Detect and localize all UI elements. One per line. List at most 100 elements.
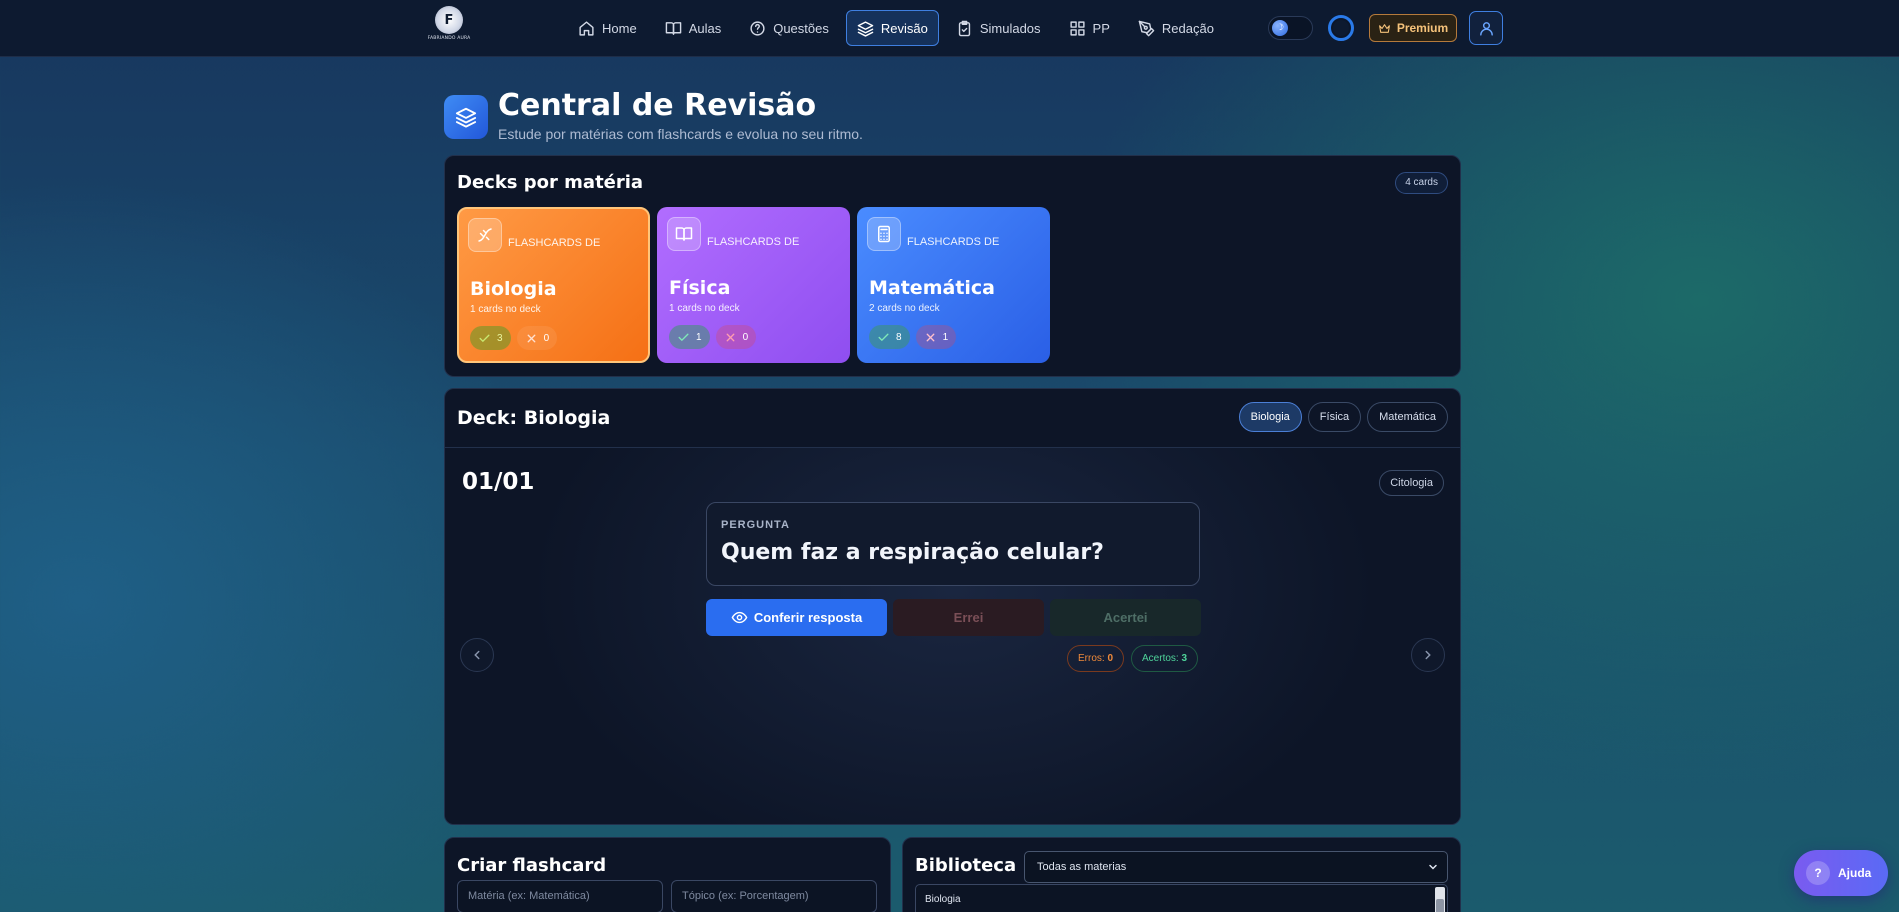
nav-label: Home [602, 20, 637, 36]
help-button[interactable]: ? Ajuda [1794, 850, 1888, 896]
materia-input[interactable]: Matéria (ex: Matemática) [457, 880, 663, 912]
nav-item-revisao[interactable]: Revisão [845, 10, 939, 46]
card-progress: 01/01 [462, 469, 535, 495]
nav-label: Simulados [979, 20, 1041, 36]
study-header: Deck: Biologia Biologia Física Matemátic… [445, 389, 1460, 448]
progress-ring-icon[interactable] [1328, 15, 1354, 41]
nav-item-redacao[interactable]: Redação [1127, 10, 1225, 46]
score-row: Erros: 0 Acertos: 3 [1067, 645, 1199, 672]
home-icon [579, 20, 594, 36]
eye-icon [731, 611, 748, 624]
wrong-button[interactable]: Errei [893, 599, 1044, 636]
reveal-answer-button[interactable]: Conferir resposta [706, 599, 887, 636]
question-card[interactable]: PERGUNTA Quem faz a respiração celular? [706, 502, 1200, 586]
chevron-left-icon [474, 650, 480, 660]
deck-count: 1 cards no deck [470, 304, 541, 315]
main-nav: Home Aulas Questões Revisão Simulados PP… [567, 10, 1225, 46]
layers-icon [857, 20, 874, 37]
tab-biologia[interactable]: Biologia [1238, 402, 1302, 432]
wrong-count-pill: 0 [516, 326, 558, 350]
question-mark-icon: ? [1806, 861, 1830, 885]
nav-label: PP [1092, 20, 1110, 36]
deck-name: Física [669, 277, 731, 299]
create-flashcard-panel: Criar flashcard Matéria (ex: Matemática)… [444, 837, 891, 912]
question-text: Quem faz a respiração celular? [721, 540, 1104, 565]
library-scrollbar[interactable] [1435, 887, 1445, 912]
premium-button[interactable]: Premium [1369, 14, 1457, 42]
layers-icon [444, 95, 488, 139]
user-profile-button[interactable] [1469, 11, 1503, 45]
x-icon [926, 333, 934, 341]
library-list[interactable]: Biologia [915, 884, 1448, 912]
crown-icon [1378, 23, 1390, 33]
logo-text: FABRIANDO AURA [427, 36, 471, 41]
moon-icon: ☽ [1272, 20, 1288, 36]
x-icon [527, 334, 535, 342]
list-item[interactable]: Biologia [925, 894, 961, 905]
nav-label: Redação [1161, 20, 1214, 36]
calculator-icon [867, 217, 901, 251]
pen-tool-icon [1138, 20, 1155, 36]
deck-card-fisica[interactable]: FLASHCARDS DE Física 1 cards no deck 1 0 [657, 207, 850, 363]
tab-fisica[interactable]: Física [1307, 402, 1362, 432]
deck-name: Biologia [470, 278, 557, 300]
nav-item-home[interactable]: Home [567, 10, 648, 46]
check-icon [479, 334, 490, 342]
deck-name: Matemática [869, 277, 995, 299]
deck-card-matematica[interactable]: FLASHCARDS DE Matemática 2 cards no deck… [857, 207, 1050, 363]
deck-card-biologia[interactable]: FLASHCARDS DE Biologia 1 cards no deck 3… [457, 207, 650, 363]
page-subtitle: Estude por matérias com flashcards e evo… [498, 126, 863, 142]
user-icon [1479, 21, 1493, 36]
logo-emblem-icon: F [435, 6, 463, 34]
nav-item-aulas[interactable]: Aulas [654, 10, 733, 46]
correct-count-pill: 3 [470, 326, 511, 350]
chevron-right-icon [1425, 650, 1431, 660]
open-book-icon [667, 217, 701, 251]
topic-badge: Citologia [1379, 470, 1444, 496]
topico-input[interactable]: Tópico (ex: Porcentagem) [671, 880, 877, 912]
scrollbar-thumb[interactable] [1436, 899, 1444, 912]
library-panel: Biblioteca Todas as materias Biologia [902, 837, 1461, 912]
page-title: Central de Revisão [498, 88, 817, 123]
brand-logo[interactable]: F FABRIANDO AURA [426, 6, 472, 46]
deck-stats: 3 0 [470, 326, 558, 350]
deck-stats: 1 0 [669, 325, 757, 349]
nav-item-questoes[interactable]: Questões [738, 10, 840, 46]
wrong-count-pill: 0 [715, 325, 757, 349]
correct-count-pill: 8 [869, 325, 910, 349]
nav-label: Questões [773, 20, 829, 36]
tab-matematica[interactable]: Matemática [1367, 402, 1448, 432]
deck-stats: 8 1 [869, 325, 957, 349]
flashcard-area: 01/01 Citologia PERGUNTA Quem faz a resp… [445, 448, 1460, 824]
nav-item-simulados[interactable]: Simulados [945, 10, 1052, 46]
deck-title: Deck: Biologia [457, 407, 611, 429]
card-actions: Conferir resposta Errei Acertei [706, 599, 1201, 636]
nav-item-pp[interactable]: PP [1058, 10, 1121, 46]
grid-icon [1069, 20, 1085, 36]
clipboard-check-icon [958, 20, 971, 36]
deck-count: 2 cards no deck [869, 303, 940, 314]
next-card-button[interactable] [1411, 638, 1445, 672]
deck-count: 1 cards no deck [669, 303, 740, 314]
top-navbar: F FABRIANDO AURA Home Aulas Questões Rev… [0, 0, 1899, 57]
check-icon [878, 333, 889, 341]
help-circle-icon [750, 20, 765, 36]
nav-label: Revisão [880, 20, 928, 36]
library-subject-select[interactable]: Todas as materias [1024, 851, 1448, 883]
decks-panel-title: Decks por matéria [457, 172, 644, 193]
question-label: PERGUNTA [721, 519, 790, 531]
deck-tabs: Biologia Física Matemática [1238, 402, 1448, 432]
correct-button[interactable]: Acertei [1050, 599, 1201, 636]
chevron-down-icon [1429, 864, 1437, 870]
nav-label: Aulas [688, 20, 722, 36]
theme-toggle[interactable]: ☽ [1268, 16, 1313, 40]
deck-kicker: FLASHCARDS DE [707, 236, 800, 248]
errors-badge: Erros: 0 [1067, 645, 1125, 672]
book-icon [665, 21, 681, 35]
help-label: Ajuda [1838, 866, 1872, 880]
dna-icon [468, 218, 502, 252]
deck-study-panel: Deck: Biologia Biologia Física Matemátic… [444, 388, 1461, 825]
wrong-count-pill: 1 [915, 325, 957, 349]
deck-kicker: FLASHCARDS DE [508, 237, 601, 249]
previous-card-button[interactable] [460, 638, 494, 672]
